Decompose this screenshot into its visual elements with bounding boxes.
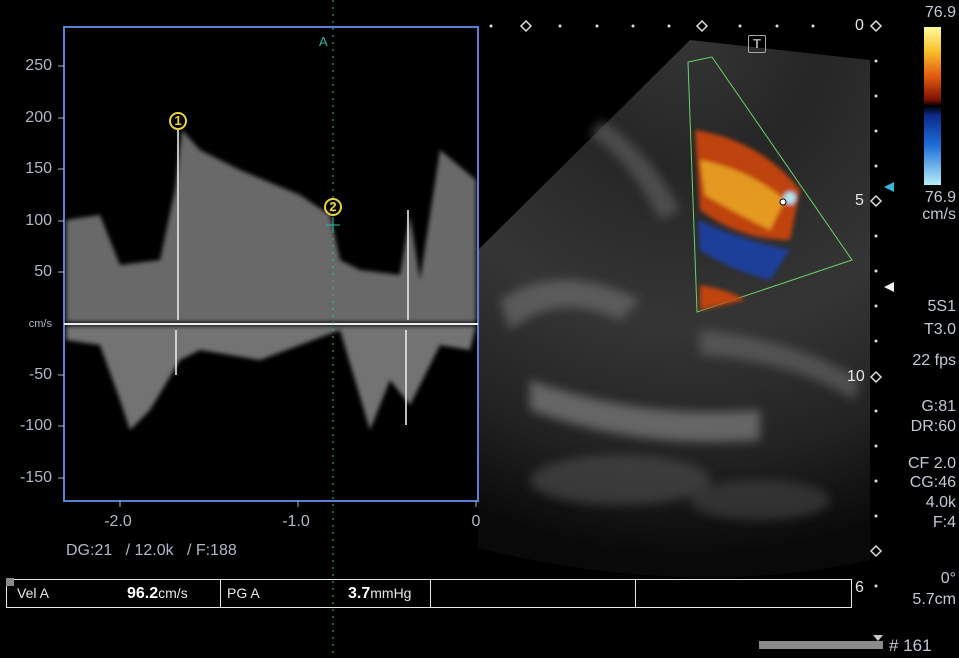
color-scale-min: 76.9 [924, 189, 956, 206]
divider [220, 580, 221, 607]
frame-rate: 22 fps [912, 352, 956, 369]
x-tick: -2.0 [104, 513, 132, 530]
t-mark-icon: T [748, 35, 766, 53]
depth-label: 6 [855, 579, 864, 596]
y-tick: 150 [25, 160, 52, 177]
y-tick: 100 [25, 212, 52, 229]
filter-label: F:4 [932, 514, 956, 531]
color-scale-unit: cm/s [922, 206, 956, 223]
frame-counter: # 161 [889, 636, 932, 655]
prf-label: 4.0k [925, 494, 956, 511]
focus-arrow-icon [884, 282, 894, 292]
depth-label: 0 [855, 17, 864, 34]
transducer-label: T3.0 [923, 321, 956, 338]
angle-label: 0° [940, 570, 956, 587]
x-tick: 0 [471, 513, 481, 530]
pg-label: PG A [227, 585, 260, 601]
color-scale-max: 76.9 [924, 4, 956, 21]
depth-label: 5 [855, 192, 864, 209]
gain-label: G:81 [921, 398, 956, 415]
pg-value: 3.7 [348, 585, 371, 602]
y-tick: -150 [19, 469, 52, 486]
vel-measurement: 96.2cm/s [127, 580, 188, 607]
frame-scroll-icon[interactable] [759, 641, 883, 649]
pg-unit: mmHg [370, 585, 412, 601]
color-frequency-label: CF 2.0 [907, 455, 956, 472]
y-tick: 200 [25, 109, 52, 126]
y-tick: -50 [28, 366, 52, 383]
color-bar-arrow-icon [884, 182, 894, 192]
measurement-bar: Vel A 96.2cm/s PG A 3.7mmHg [6, 578, 852, 608]
cursor-label: A [319, 34, 328, 49]
spectral-settings: DG:21 / 12.0k / F:188 [66, 542, 237, 559]
x-tick: -1.0 [282, 513, 310, 530]
depth-label: 10 [847, 368, 865, 385]
color-gain-label: CG:46 [909, 474, 956, 491]
y-tick: 250 [25, 57, 52, 74]
divider [635, 580, 636, 607]
y-tick: 50 [34, 263, 52, 280]
dynamic-range-label: DR:60 [910, 418, 956, 435]
vel-label: Vel A [17, 585, 49, 601]
y-axis-unit: cm/s [28, 318, 52, 330]
frame-scroll-pointer-icon [873, 635, 883, 641]
pg-measurement: 3.7mmHg [348, 580, 411, 607]
measurement-marker-2[interactable]: 2 [324, 198, 342, 216]
divider [430, 580, 431, 607]
vel-value: 96.2 [127, 585, 159, 602]
measurement-bar-handle[interactable] [6, 578, 14, 586]
depth-setting-label: 5.7cm [912, 591, 956, 608]
measurement-marker-1[interactable]: 1 [169, 112, 187, 130]
y-tick: -100 [19, 417, 52, 434]
probe-label: 5S1 [927, 298, 956, 315]
vel-unit: cm/s [158, 585, 188, 601]
